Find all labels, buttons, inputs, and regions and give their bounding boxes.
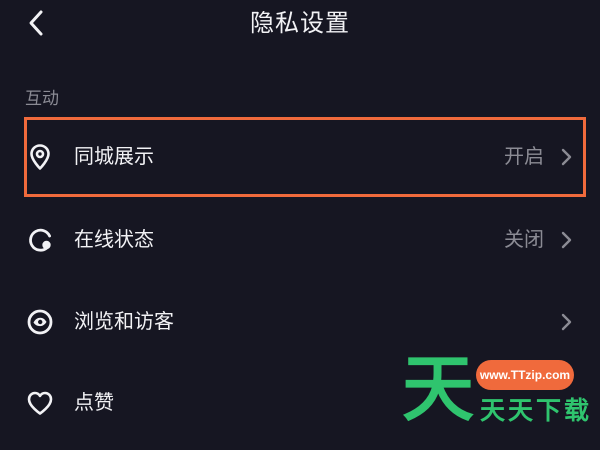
chevron-right-icon: [560, 230, 574, 250]
setting-label: 同城展示: [74, 144, 154, 168]
location-pin-icon: [26, 143, 54, 171]
section-label-interaction: 互动: [25, 89, 59, 109]
setting-label: 浏览和访客: [74, 309, 174, 333]
setting-row-views-visitors[interactable]: 浏览和访客: [0, 282, 600, 362]
heart-icon: [26, 389, 54, 417]
watermark-logo: 天: [402, 350, 474, 426]
setting-value: 关闭: [504, 227, 544, 251]
setting-row-local-display[interactable]: 同城展示 开启: [0, 117, 600, 197]
watermark-text: 天天下载: [480, 396, 593, 425]
setting-label: 点赞: [74, 390, 114, 414]
svg-text:天: 天: [402, 350, 474, 426]
chevron-right-icon: [560, 312, 574, 332]
setting-label: 在线状态: [74, 227, 154, 251]
online-status-icon: [26, 226, 54, 254]
page-title: 隐私设置: [250, 9, 350, 37]
setting-value: 开启: [504, 144, 544, 168]
setting-row-online-status[interactable]: 在线状态 关闭: [0, 200, 600, 280]
eye-icon: [26, 308, 54, 336]
top-bar: 隐私设置: [0, 0, 600, 48]
watermark: 天 www.TTzip.com 天天下载: [398, 350, 598, 444]
chevron-right-icon: [560, 147, 574, 167]
watermark-url: www.TTzip.com: [476, 360, 574, 390]
